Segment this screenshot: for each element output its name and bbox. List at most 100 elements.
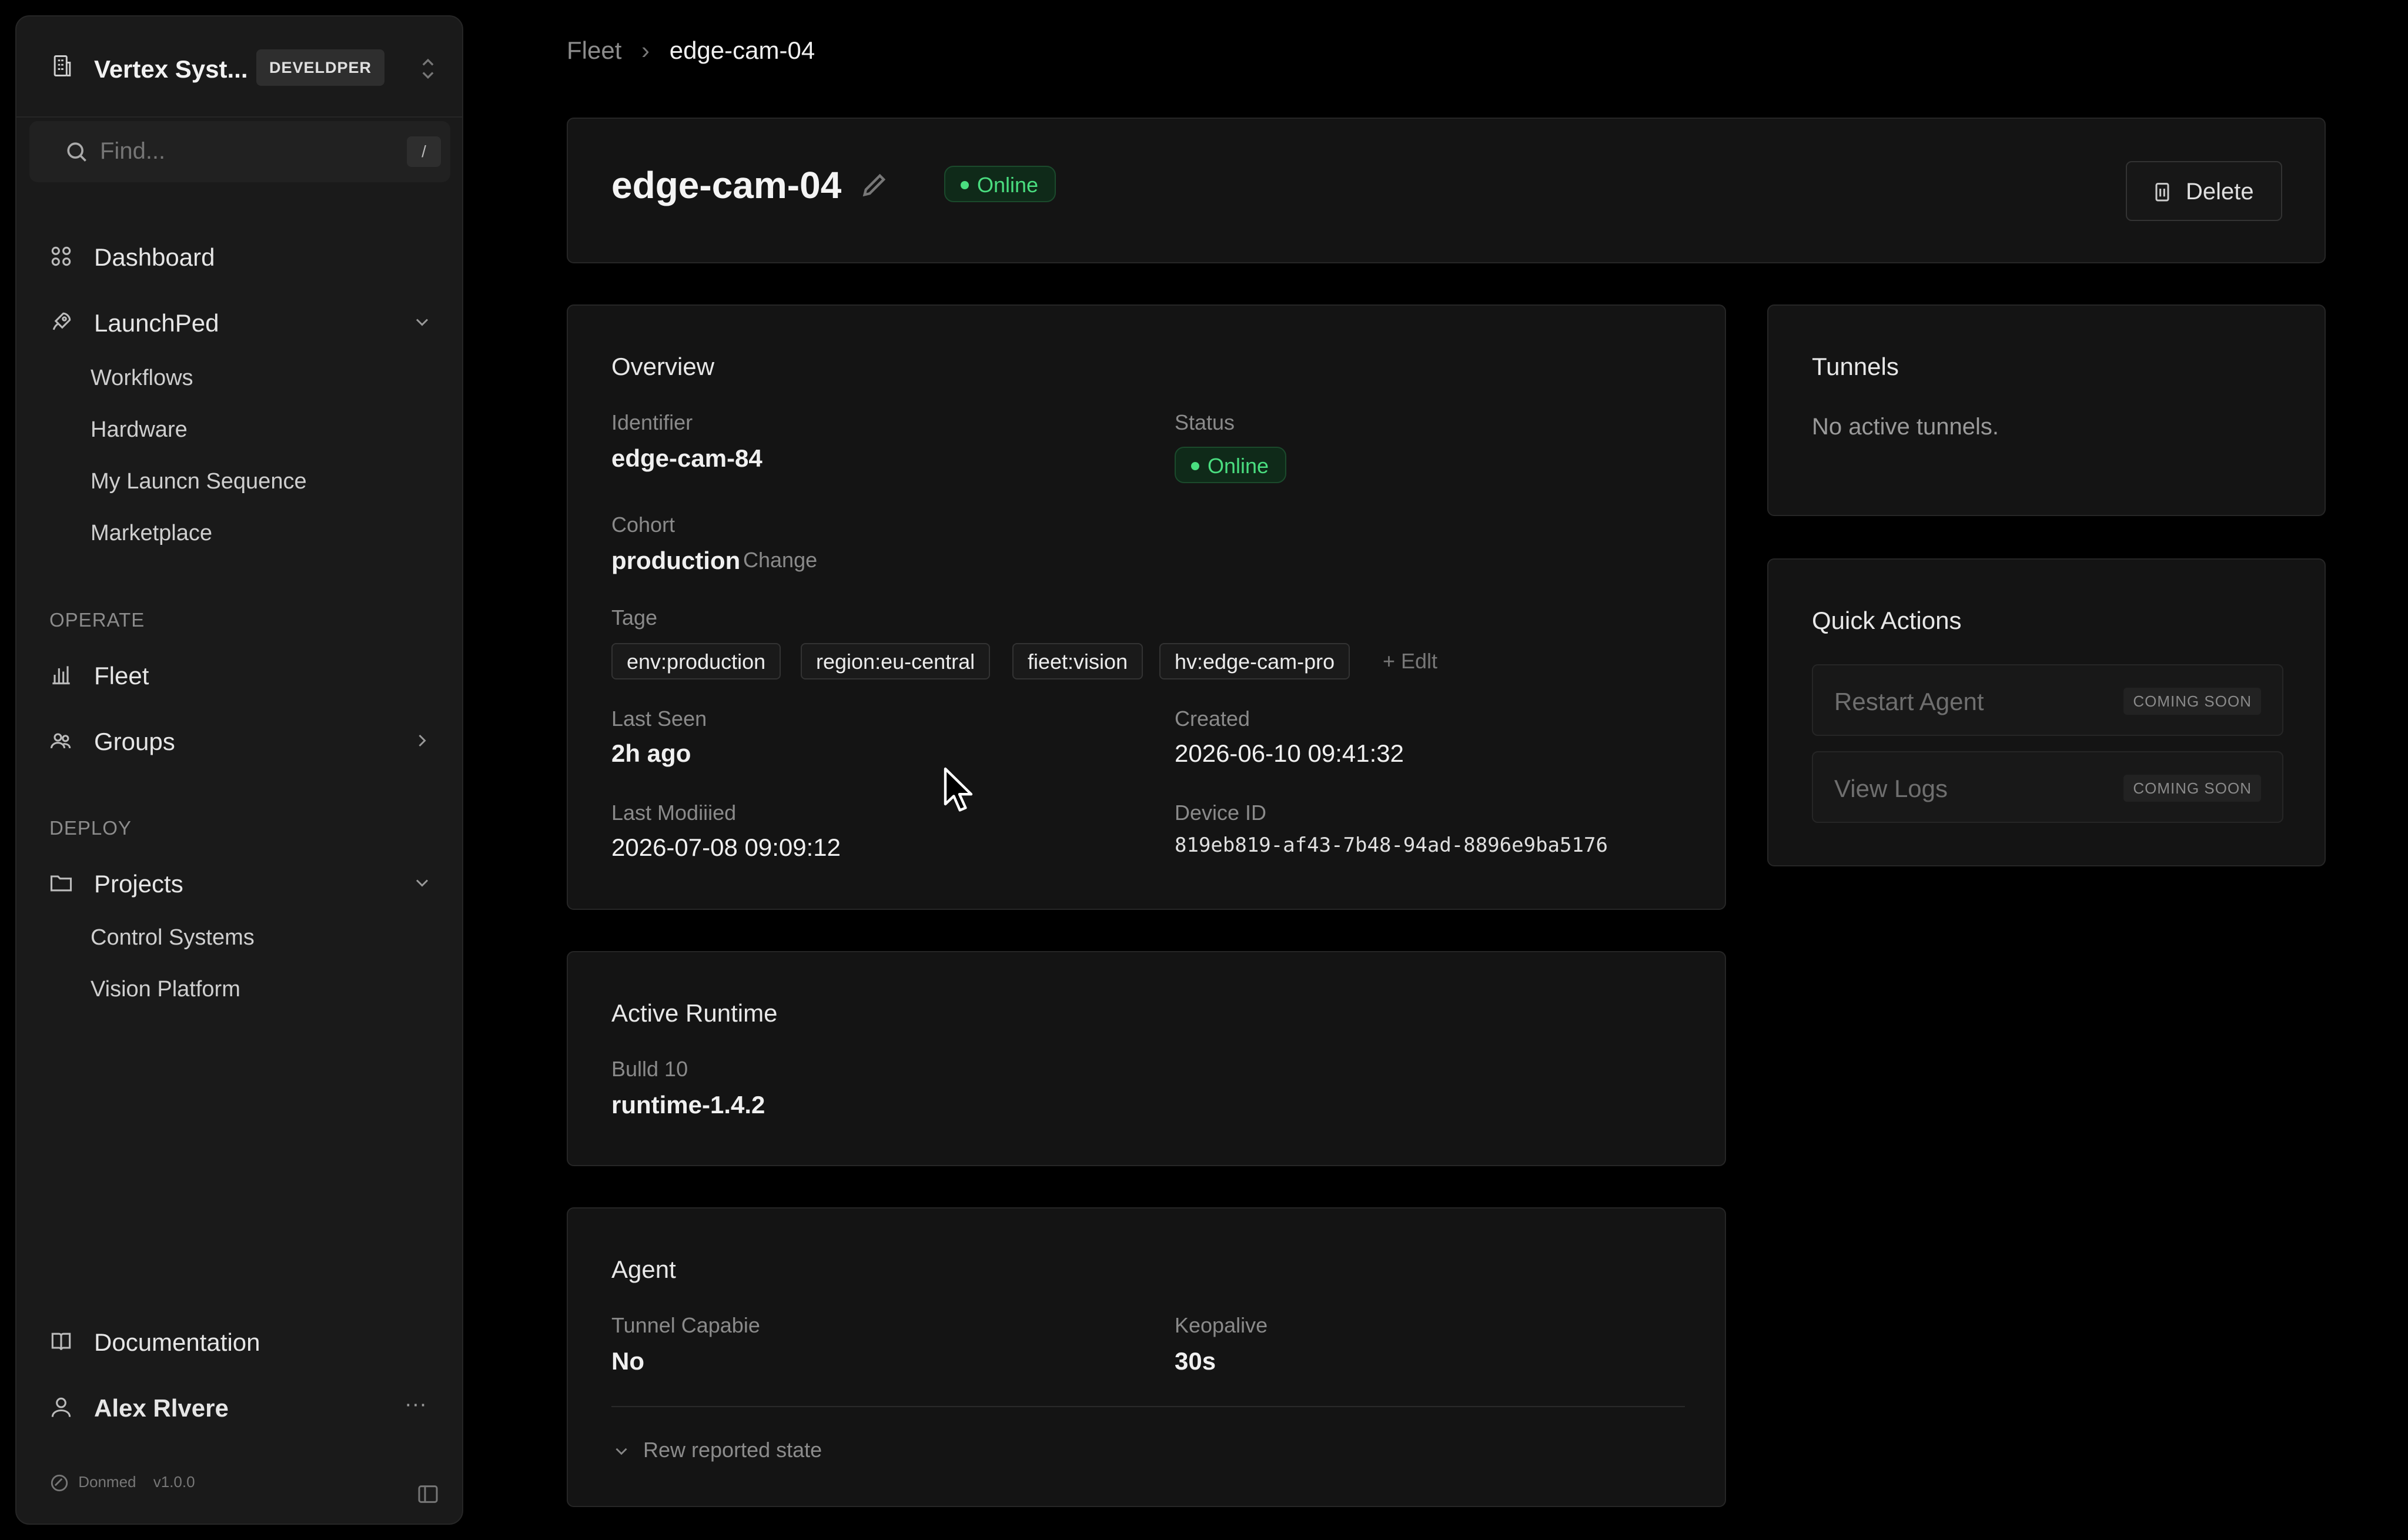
tunnel-capable-label: Tunnel Capabie xyxy=(611,1313,760,1337)
device-id-value: 819eb819-af43-7b48-94ad-8896e9ba5176 xyxy=(1175,833,1608,857)
coming-soon-badge: COMING SOON xyxy=(2123,775,2261,802)
sidebar-item-label: Documentation xyxy=(94,1328,260,1356)
org-switcher[interactable]: Vertex Syst... DEVELDPER xyxy=(16,16,462,118)
sidebar-item-vision-platform[interactable]: Vision Platform xyxy=(91,977,240,1002)
chevron-down-icon xyxy=(611,1441,631,1461)
sidebar-item-marketplace[interactable]: Marketplace xyxy=(91,521,212,546)
section-label-operate: OPERATE xyxy=(49,609,145,631)
chevron-down-icon[interactable] xyxy=(412,312,433,333)
view-logs-label: View Logs xyxy=(1834,775,1948,802)
breadcrumb-fleet[interactable]: Fleet xyxy=(567,36,621,64)
folder-icon xyxy=(48,870,74,896)
sidebar-item-label: Dashboard xyxy=(94,243,215,271)
sidebar-item-label: LaunchPed xyxy=(94,309,219,337)
sidebar-item-workflows[interactable]: Workflows xyxy=(91,366,193,391)
org-name: Vertex Syst... xyxy=(94,55,248,83)
tag-chip[interactable]: fieet:vision xyxy=(1012,643,1143,679)
user-name: Alex Rlvere xyxy=(94,1394,229,1422)
restart-agent-button[interactable]: Restart Agent COMING SOON xyxy=(1812,664,2283,736)
tag-chip[interactable]: region:eu-central xyxy=(801,643,991,679)
sidebar-item-hardware[interactable]: Hardware xyxy=(91,417,188,443)
cohort-value: production xyxy=(611,547,741,574)
sidebar: Vertex Syst... DEVELDPER / Dashboard Lau… xyxy=(15,15,463,1525)
last-seen-label: Last Seen xyxy=(611,707,707,731)
mouse-cursor-icon xyxy=(943,766,976,813)
status-badge: Online xyxy=(944,166,1056,202)
status-badge: Online xyxy=(1175,447,1287,483)
overview-card: Overview Identifier edge-cam-84 Status O… xyxy=(567,304,1726,910)
search-icon xyxy=(63,139,89,165)
sidebar-item-user[interactable]: Alex Rlvere ··· xyxy=(16,1384,462,1431)
app-version: v1.0.0 xyxy=(153,1473,195,1491)
identifier-label: Identifier xyxy=(611,410,693,434)
sidebar-item-launch-sequence[interactable]: My Launcn Sequence xyxy=(91,469,307,494)
sidebar-item-launchpad[interactable]: LaunchPed xyxy=(16,299,462,346)
pencil-icon[interactable] xyxy=(859,169,890,200)
more-icon[interactable]: ··· xyxy=(404,1392,427,1417)
sidebar-footer: Donmed v1.0.0 xyxy=(49,1473,195,1493)
cohort-label: Cohort xyxy=(611,513,675,537)
status-dot xyxy=(961,181,969,189)
brand-logo-icon xyxy=(49,1473,69,1493)
raw-state-label: Rew reported state xyxy=(643,1438,822,1462)
tags-label: Tage xyxy=(611,605,658,630)
agent-title: Agent xyxy=(611,1256,676,1283)
sidebar-toggle-icon[interactable] xyxy=(416,1482,440,1506)
status-text: Online xyxy=(1208,454,1269,478)
breadcrumb: Fleet › edge-cam-04 xyxy=(567,36,815,65)
sidebar-item-control-systems[interactable]: Control Systems xyxy=(91,925,255,950)
trash-icon xyxy=(2151,180,2174,203)
sidebar-item-documentation[interactable]: Documentation xyxy=(16,1318,462,1365)
coming-soon-badge: COMING SOON xyxy=(2123,688,2261,715)
last-seen-value: 2h ago xyxy=(611,739,691,767)
restart-agent-label: Restart Agent xyxy=(1834,688,1984,715)
device-header: edge-cam-04 Online Delete xyxy=(567,118,2326,263)
tunnels-card: Tunnels No active tunnels. xyxy=(1767,304,2326,516)
chevron-right-icon[interactable] xyxy=(412,730,433,751)
status-dot xyxy=(1191,462,1199,470)
raw-state-toggle[interactable]: Rew reported state xyxy=(611,1438,822,1462)
sidebar-item-dashboard[interactable]: Dashboard xyxy=(16,233,462,280)
edit-tags-link[interactable]: + Edlt xyxy=(1383,649,1437,674)
sidebar-item-projects[interactable]: Projects xyxy=(16,859,462,906)
brand-name: Donmed xyxy=(78,1473,136,1491)
build-label: Bulld 10 xyxy=(611,1057,688,1081)
search-input[interactable] xyxy=(99,138,334,165)
divider xyxy=(611,1406,1685,1407)
sidebar-item-groups[interactable]: Groups xyxy=(16,717,462,764)
chevron-right-icon: › xyxy=(641,36,650,64)
chevron-updown-icon[interactable] xyxy=(416,55,440,82)
rocket-icon xyxy=(48,309,74,335)
quick-actions-card: Quick Actions Restart Agent COMING SOON … xyxy=(1767,558,2326,866)
identifier-value: edge-cam-84 xyxy=(611,444,762,472)
tag-chip[interactable]: env:production xyxy=(611,643,781,679)
tag-chip[interactable]: hv:edge-cam-pro xyxy=(1159,643,1350,679)
created-value: 2026-06-10 09:41:32 xyxy=(1175,739,1404,767)
delete-label: Delete xyxy=(2186,179,2254,205)
quick-actions-title: Quick Actions xyxy=(1812,607,1962,634)
search-shortcut: / xyxy=(407,136,441,167)
device-id-label: Device ID xyxy=(1175,801,1267,825)
sidebar-item-label: Fleet xyxy=(94,662,149,689)
created-label: Created xyxy=(1175,707,1250,731)
page-title: edge-cam-04 xyxy=(611,164,842,206)
sidebar-item-label: Projects xyxy=(94,870,183,898)
last-modified-label: Last Modiiied xyxy=(611,801,737,825)
grid-icon xyxy=(48,243,74,269)
sidebar-item-fleet[interactable]: Fleet xyxy=(16,651,462,698)
keepalive-label: Keopalive xyxy=(1175,1313,1268,1337)
last-modified-value: 2026-07-08 09:09:12 xyxy=(611,833,841,861)
tunnels-title: Tunnels xyxy=(1812,353,1899,380)
view-logs-button[interactable]: View Logs COMING SOON xyxy=(1812,751,2283,823)
status-text: Online xyxy=(977,173,1039,197)
runtime-title: Active Runtime xyxy=(611,999,778,1027)
chevron-down-icon[interactable] xyxy=(412,872,433,893)
env-badge: DEVELDPER xyxy=(256,49,385,86)
delete-button[interactable]: Delete xyxy=(2126,161,2282,221)
agent-card: Agent Tunnel Capabie No Keopalive 30s Re… xyxy=(567,1207,1726,1507)
section-label-deploy: DEPLOY xyxy=(49,817,132,839)
search-box[interactable]: / xyxy=(29,121,450,182)
breadcrumb-current: edge-cam-04 xyxy=(669,36,815,64)
change-cohort-link[interactable]: Change xyxy=(743,548,817,573)
status-label: Status xyxy=(1175,410,1235,434)
